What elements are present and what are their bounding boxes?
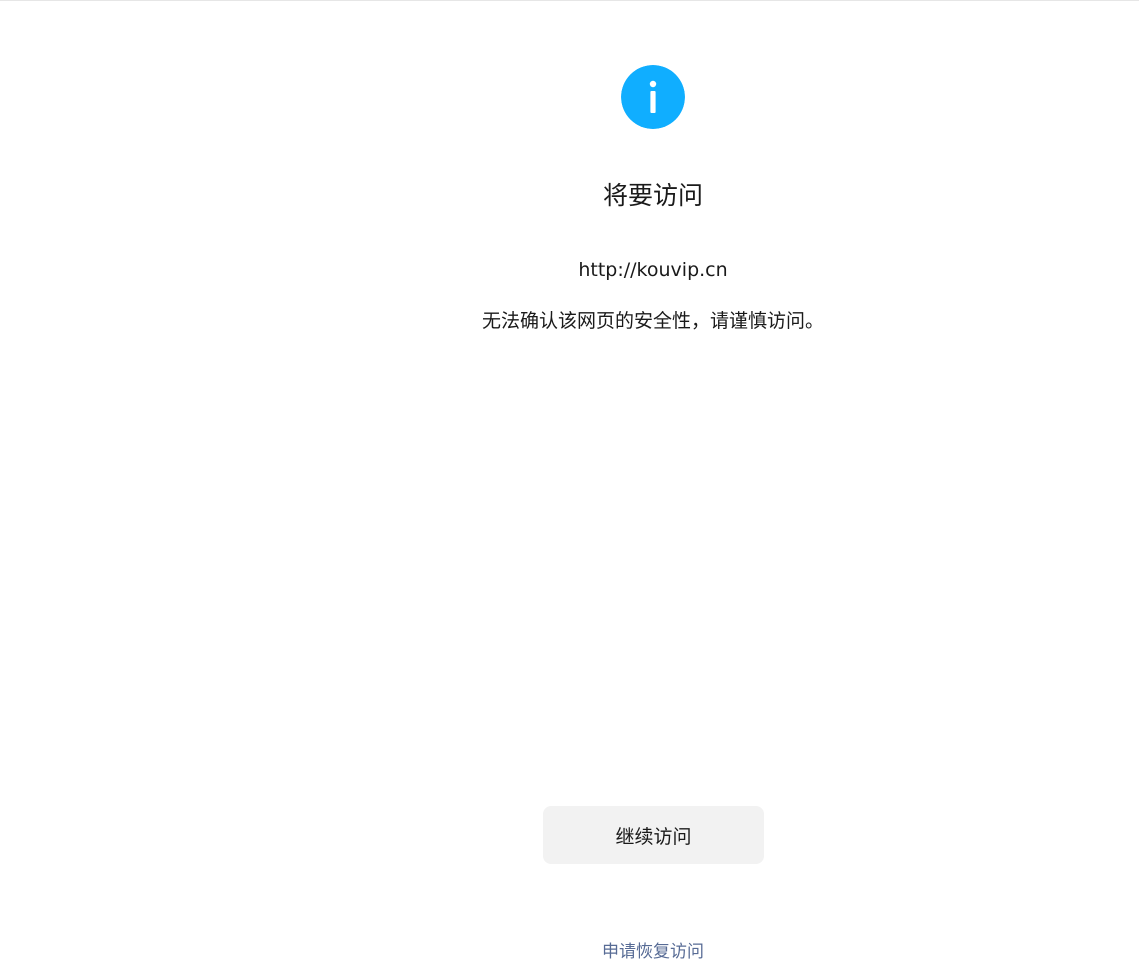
request-restore-access-link[interactable]: 申请恢复访问 xyxy=(503,940,803,964)
page-title: 将要访问 xyxy=(602,181,703,210)
target-url: http://kouvip.cn xyxy=(578,259,728,281)
security-warning-page: 将要访问 http://kouvip.cn 无法确认该网页的安全性，请谨慎访问。… xyxy=(0,0,1139,977)
info-icon xyxy=(621,65,685,129)
warning-message: 无法确认该网页的安全性，请谨慎访问。 xyxy=(481,310,824,332)
continue-visit-button[interactable]: 继续访问 xyxy=(543,806,764,864)
top-divider xyxy=(0,0,1139,1)
